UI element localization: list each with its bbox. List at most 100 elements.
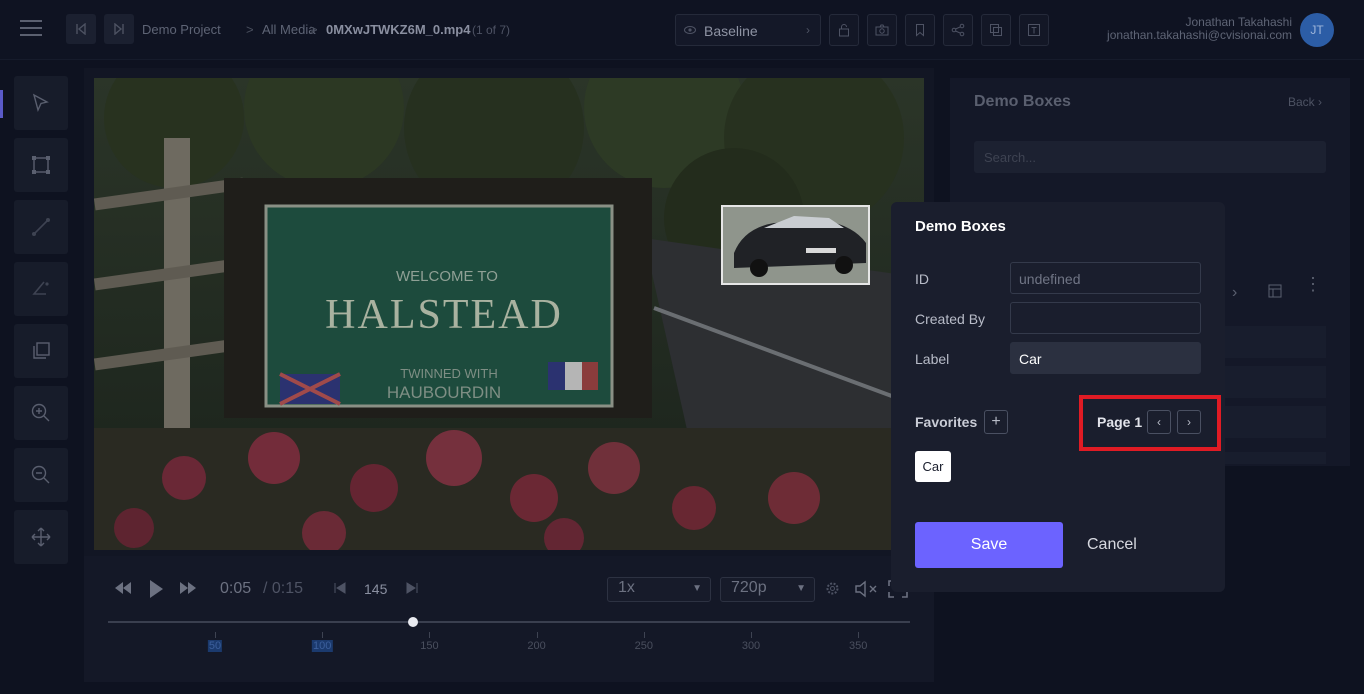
previous-media-button[interactable]	[66, 14, 96, 44]
step-back-icon[interactable]	[333, 582, 347, 594]
angle-icon	[32, 281, 49, 295]
add-favorite-button[interactable]: +	[984, 410, 1008, 434]
sign-text-town: HALSTEAD	[325, 292, 563, 338]
step-forward-icon[interactable]	[405, 582, 419, 594]
breadcrumb-all-media[interactable]: All Media	[262, 22, 315, 37]
user-email: jonathan.takahashi@cvisionai.com	[1107, 28, 1292, 42]
point-tool-button[interactable]	[14, 262, 68, 316]
id-field[interactable]: undefined	[1010, 262, 1201, 294]
timeline-tick	[751, 632, 752, 638]
current-time: 0:05	[220, 580, 252, 597]
breadcrumb-separator: >	[246, 22, 254, 37]
share-button[interactable]	[943, 14, 973, 46]
copy-button[interactable]	[981, 14, 1011, 46]
mute-icon[interactable]	[854, 580, 880, 598]
version-selector[interactable]: Baseline ›	[675, 14, 821, 46]
favorites-label: Favorites	[915, 414, 978, 430]
back-label: Back	[1287, 95, 1315, 109]
next-media-button[interactable]	[104, 14, 134, 44]
menu-icon[interactable]	[20, 20, 42, 38]
chevron-right-icon[interactable]: ›	[1232, 284, 1237, 302]
active-tool-indicator	[0, 90, 3, 118]
label-field[interactable]: Car	[1010, 342, 1201, 374]
created-by-field[interactable]	[1010, 302, 1201, 334]
playback-speed-select[interactable]: 1x ▼	[607, 577, 711, 602]
timeline-tick-label: 350	[849, 640, 868, 652]
dialog-title: Demo Boxes	[915, 218, 1006, 235]
zoom-out-button[interactable]	[14, 448, 68, 502]
sign-text-twin-town: HAUBOURDIN	[387, 383, 501, 402]
favorite-chip[interactable]: Car	[915, 451, 951, 482]
top-bar: Demo Project > All Media > 0MXwJTWKZ6M_0…	[0, 0, 1364, 60]
move-icon	[31, 527, 51, 547]
annotation-dialog: Demo Boxes ID undefined Created By Label…	[891, 202, 1225, 592]
video-scene: WELCOME TO HALSTEAD TWINNED WITH HAUBOUR…	[94, 78, 924, 550]
quality-value: 720p	[731, 579, 767, 596]
pointer-icon	[32, 93, 49, 113]
select-tool-button[interactable]	[14, 76, 68, 130]
text-box-icon	[1028, 24, 1040, 36]
box-tool-button[interactable]	[14, 138, 68, 192]
share-icon	[951, 23, 965, 37]
skip-back-icon	[76, 23, 86, 35]
timeline-tick	[215, 632, 216, 638]
video-frame[interactable]: WELCOME TO HALSTEAD TWINNED WITH HAUBOUR…	[94, 78, 924, 550]
more-options-icon[interactable]: ⋮	[1304, 275, 1322, 293]
play-icon[interactable]	[148, 579, 164, 599]
zoom-in-icon	[31, 403, 50, 422]
player-controls	[84, 556, 934, 682]
timeline-tick	[643, 632, 645, 638]
sign-text-welcome: WELCOME TO	[396, 268, 498, 285]
user-info: Jonathan Takahashi jonathan.takahashi@cv…	[1107, 16, 1292, 42]
quality-select[interactable]: 720p ▼	[720, 577, 815, 602]
save-button[interactable]: Save	[915, 522, 1063, 568]
timeline-tick-label: 100	[312, 640, 333, 652]
avatar[interactable]: JT	[1300, 13, 1334, 47]
pan-tool-button[interactable]	[14, 510, 68, 564]
panel-row	[1222, 326, 1326, 358]
highlight-box	[1079, 395, 1221, 451]
timeline-track[interactable]	[108, 621, 910, 623]
chevron-right-icon: ›	[806, 23, 810, 37]
breadcrumb-separator: >	[310, 22, 318, 37]
frame-number[interactable]: 145	[364, 581, 387, 597]
timeline-scrubber[interactable]	[407, 617, 418, 627]
eye-icon	[684, 26, 696, 34]
cancel-button[interactable]: Cancel	[1087, 536, 1137, 554]
skip-forward-icon	[114, 23, 124, 35]
timeline-tick-label: 200	[527, 640, 546, 652]
back-link[interactable]: Back ›	[1288, 95, 1322, 109]
timeline-tick-label: 50	[207, 640, 223, 652]
timeline-tick	[536, 632, 538, 638]
line-tool-button[interactable]	[14, 200, 68, 254]
panel-row	[1222, 366, 1326, 398]
rewind-icon[interactable]	[114, 581, 132, 595]
playback-speed-value: 1x	[618, 579, 635, 596]
layers-icon	[33, 342, 50, 359]
timeline-tick-label: 300	[741, 640, 761, 652]
fast-forward-icon[interactable]	[179, 581, 197, 595]
lock-icon	[839, 24, 849, 37]
sign-text-twinned: TWINNED WITH	[400, 366, 497, 381]
bookmark-button[interactable]	[905, 14, 935, 46]
table-view-icon[interactable]	[1268, 284, 1282, 298]
text-button[interactable]	[1019, 14, 1049, 46]
id-label: ID	[915, 271, 929, 287]
plus-icon: +	[991, 413, 1001, 430]
layers-tool-button[interactable]	[14, 324, 68, 378]
lock-button[interactable]	[829, 14, 859, 46]
timeline-tick-label: 250	[634, 640, 653, 652]
screenshot-button[interactable]	[867, 14, 897, 46]
chevron-down-icon: ▼	[796, 583, 806, 594]
breadcrumb-project[interactable]: Demo Project	[142, 22, 221, 37]
timeline-tick-label: 150	[420, 640, 439, 652]
total-time: / 0:15	[263, 580, 304, 597]
settings-icon[interactable]	[825, 581, 840, 596]
copy-icon	[990, 24, 1002, 36]
panel-search-input[interactable]: Search...	[974, 141, 1326, 173]
version-label: Baseline	[704, 23, 758, 39]
breadcrumb-file: 0MXwJTWKZ6M_0.mp4	[326, 22, 471, 37]
chevron-down-icon: ▼	[692, 583, 702, 594]
panel-row	[1222, 406, 1326, 438]
zoom-in-button[interactable]	[14, 386, 68, 440]
